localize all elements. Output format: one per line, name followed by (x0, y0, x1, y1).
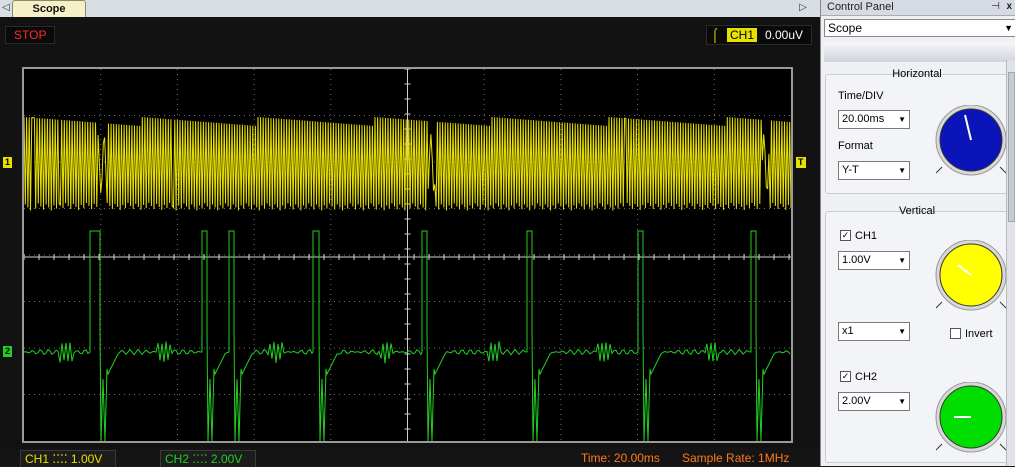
ch1-enable-checkbox[interactable]: ✓ (840, 230, 851, 241)
ch1-volts-select[interactable]: 1.00V ▼ (838, 251, 910, 270)
control-panel-scrollbar[interactable] (1006, 60, 1015, 466)
format-select[interactable]: Y-T ▼ (838, 161, 910, 180)
run-stop-indicator[interactable]: STOP (5, 26, 56, 44)
chevron-down-icon: ▼ (898, 166, 906, 175)
horizontal-group: Horizontal Time/DIV 20.00ms ▼ Format Y-T ▼ (825, 68, 1009, 194)
ch2-volts-select[interactable]: 2.00V ▼ (838, 392, 910, 411)
chevron-down-icon: ▼ (898, 115, 906, 124)
format-label: Format (838, 140, 873, 152)
chevron-down-icon: ▼ (1004, 23, 1013, 33)
ch1-volts-value: 1.00V (842, 254, 871, 266)
ch2-volts-knob[interactable] (934, 382, 1008, 454)
format-value: Y-T (842, 164, 859, 176)
oscilloscope-screen[interactable] (22, 67, 793, 443)
invert-label: Invert (965, 328, 993, 340)
tab-scroll-left-icon[interactable]: ◁ (0, 0, 12, 16)
panel-toolbar-strip (824, 42, 1015, 62)
invert-checkbox[interactable] (950, 328, 961, 339)
trigger-indicator: ⌠ CH1 0.00uV (706, 25, 812, 45)
ch1-probe-value: x1 (842, 325, 854, 337)
ch1-volts-knob[interactable] (934, 240, 1008, 312)
sample-rate-status: Sample Rate: 1MHz (682, 451, 790, 465)
ch2-offset-marker[interactable]: 2 (3, 346, 13, 357)
horizontal-title: Horizontal (892, 68, 942, 80)
ch1-offset-marker[interactable]: 1 (3, 157, 13, 168)
chevron-down-icon: ▼ (898, 256, 906, 265)
trigger-channel: CH1 (727, 28, 758, 42)
ch2-label: CH2 (855, 371, 878, 383)
trigger-level: 0.00uV (765, 28, 804, 42)
mode-select-value: Scope (828, 21, 863, 35)
time-div-value: 20.00ms (842, 113, 885, 125)
control-panel: Control Panel ⊣ x Scope ▼ Horizontal Tim… (820, 0, 1015, 466)
ch2-scale-status: CH2 ⁚⁚⁚⁚ 2.00V (160, 450, 256, 467)
waveform-display (24, 69, 791, 441)
tab-bar: ◁ Scope ▷ (0, 0, 820, 18)
ch2-enable-checkbox[interactable]: ✓ (840, 371, 851, 382)
status-bar: CH1 ⁚⁚⁚⁚ 1.00V CH2 ⁚⁚⁚⁚ 2.00V Time: 20.0… (0, 448, 820, 467)
scrollbar-thumb[interactable] (1008, 72, 1015, 222)
time-div-label: Time/DIV (838, 90, 884, 102)
tab-scroll-right-icon[interactable]: ▷ (797, 0, 809, 16)
ch1-probe-select[interactable]: x1 ▼ (838, 322, 910, 341)
pin-icon[interactable]: ⊣ (991, 0, 1000, 14)
control-panel-title-text: Control Panel (827, 1, 894, 13)
time-status: Time: 20.00ms (581, 451, 660, 465)
vertical-group: Vertical ✓ CH1 1.00V ▼ x1 ▼ Invert ✓ CH2 2… (825, 205, 1009, 463)
tab-scope[interactable]: Scope (12, 0, 86, 18)
mode-select[interactable]: Scope ▼ (824, 19, 1015, 37)
rising-edge-icon: ⌠ (711, 27, 719, 42)
time-div-select[interactable]: 20.00ms ▼ (838, 110, 910, 129)
chevron-down-icon: ▼ (898, 327, 906, 336)
control-panel-title: Control Panel ⊣ x (821, 0, 1015, 16)
ch2-volts-value: 2.00V (842, 395, 871, 407)
ch1-label: CH1 (855, 230, 878, 242)
chevron-down-icon: ▼ (898, 397, 906, 406)
trigger-level-marker[interactable]: T (796, 157, 806, 168)
time-div-knob[interactable] (934, 105, 1008, 177)
vertical-title: Vertical (898, 205, 936, 217)
close-icon[interactable]: x (1006, 0, 1012, 14)
ch1-scale-status: CH1 ⁚⁚⁚⁚ 1.00V (20, 450, 116, 467)
